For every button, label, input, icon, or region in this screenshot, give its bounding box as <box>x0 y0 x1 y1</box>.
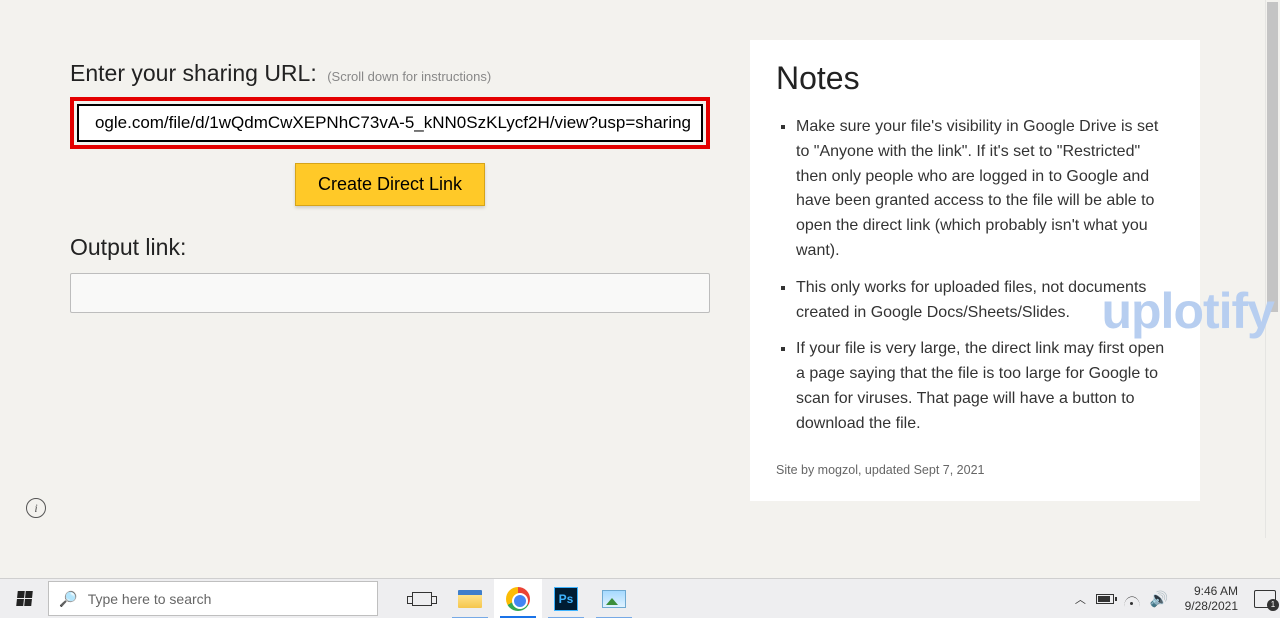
page-body: Enter your sharing URL: (Scroll down for… <box>0 0 1280 578</box>
notes-item: This only works for uploaded files, not … <box>796 276 1174 326</box>
create-button-row: Create Direct Link <box>70 163 710 206</box>
battery-icon[interactable] <box>1096 594 1114 604</box>
speaker-icon[interactable]: 🔊 <box>1150 590 1169 608</box>
site-credit: Site by mogzol, updated Sept 7, 2021 <box>776 463 1174 477</box>
photos-icon <box>602 590 626 608</box>
content-wrap: Enter your sharing URL: (Scroll down for… <box>0 0 1280 501</box>
wifi-icon[interactable] <box>1124 593 1140 605</box>
notes-list: Make sure your file's visibility in Goog… <box>776 115 1174 437</box>
url-input-highlight-box <box>70 97 710 149</box>
notes-title: Notes <box>776 60 1174 97</box>
taskbar-search-box[interactable]: 🔍 Type here to search <box>48 581 378 616</box>
notes-panel: Notes Make sure your file's visibility i… <box>750 40 1200 501</box>
output-link-label: Output link: <box>70 234 710 261</box>
task-view-icon <box>412 592 432 606</box>
windows-logo-icon <box>16 591 33 606</box>
chrome-button[interactable] <box>494 579 542 618</box>
notes-item: Make sure your file's visibility in Goog… <box>796 115 1174 264</box>
file-explorer-icon <box>458 590 482 608</box>
search-icon: 🔍 <box>59 590 78 608</box>
left-column: Enter your sharing URL: (Scroll down for… <box>70 60 710 313</box>
sharing-url-label: Enter your sharing URL: <box>70 60 317 86</box>
tray-overflow-icon[interactable]: ︿ <box>1075 591 1086 607</box>
start-button[interactable] <box>0 579 48 618</box>
output-link-box[interactable] <box>70 273 710 313</box>
photoshop-button[interactable]: Ps <box>542 579 590 618</box>
input-label-row: Enter your sharing URL: (Scroll down for… <box>70 60 710 87</box>
taskbar-app-icons: Ps <box>398 579 638 618</box>
sharing-url-input[interactable] <box>77 104 703 142</box>
search-placeholder: Type here to search <box>88 591 212 607</box>
page-scrollbar[interactable] <box>1265 0 1280 538</box>
instructions-hint: (Scroll down for instructions) <box>327 69 491 84</box>
notes-item: If your file is very large, the direct l… <box>796 337 1174 436</box>
chrome-icon <box>506 587 530 611</box>
clock-time: 9:46 AM <box>1185 584 1238 598</box>
taskbar-clock[interactable]: 9:46 AM 9/28/2021 <box>1179 584 1244 613</box>
windows-taskbar: 🔍 Type here to search Ps ︿ 🔊 9:46 AM 9/2… <box>0 578 1280 618</box>
scrollbar-thumb[interactable] <box>1267 2 1278 312</box>
photos-button[interactable] <box>590 579 638 618</box>
task-view-button[interactable] <box>398 579 446 618</box>
info-icon[interactable]: i <box>26 498 46 518</box>
system-tray: ︿ 🔊 9:46 AM 9/28/2021 <box>1075 579 1280 618</box>
action-center-icon[interactable] <box>1254 590 1276 608</box>
clock-date: 9/28/2021 <box>1185 599 1238 613</box>
file-explorer-button[interactable] <box>446 579 494 618</box>
photoshop-icon: Ps <box>554 587 578 611</box>
create-direct-link-button[interactable]: Create Direct Link <box>295 163 485 206</box>
